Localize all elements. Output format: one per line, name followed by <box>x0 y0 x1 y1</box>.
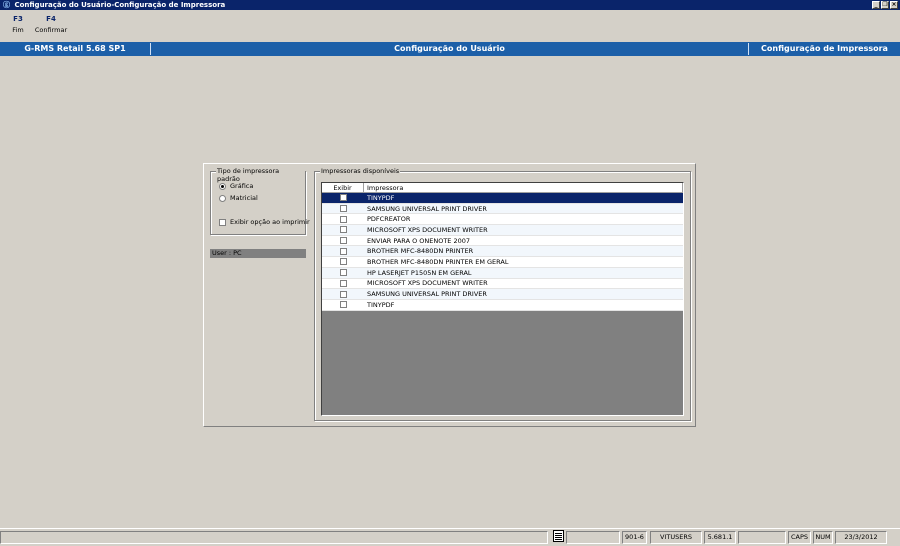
fim-button[interactable]: F3 Fim <box>0 15 36 34</box>
exibir-checkbox[interactable] <box>339 247 347 255</box>
minimize-icon[interactable]: _ <box>872 1 880 9</box>
exibir-opcao-checkbox[interactable]: Exibir opção ao imprimir <box>219 218 310 226</box>
printer-name: BROTHER MFC-8480DN PRINTER <box>367 247 474 256</box>
exibir-checkbox[interactable] <box>339 215 347 223</box>
status-date: 23/3/2012 <box>835 531 887 544</box>
printer-row[interactable]: TINYPDF <box>322 299 683 311</box>
exibir-opcao-label: Exibir opção ao imprimir <box>230 218 310 226</box>
window-titlebar: ⓖ Configuração do Usuário-Configuração d… <box>0 0 900 10</box>
printer-row[interactable]: SAMSUNG UNIVERSAL PRINT DRIVER <box>322 289 683 300</box>
fkey-f3-label: Fim <box>12 26 24 34</box>
printers-grid[interactable]: Exibir Impressora TINYPDF SAMSUNG UNIVERS… <box>321 182 684 416</box>
window-controls: _ ❐ × <box>872 1 898 9</box>
printer-name: HP LASERJET P1505N EM GERAL <box>367 268 472 277</box>
fkey-f4: F4 <box>46 15 56 23</box>
window-title: Configuração do Usuário-Configuração de … <box>14 1 226 9</box>
restore-icon[interactable]: ❐ <box>881 1 889 9</box>
status-code: 901-6 <box>622 531 647 544</box>
grid-rows: TINYPDF SAMSUNG UNIVERSAL PRINT DRIVER PDF… <box>322 193 683 311</box>
product-name: G-RMS Retail 5.68 SP1 <box>24 44 126 53</box>
status-caps: CAPS <box>788 531 811 544</box>
printer-name: BROTHER MFC-8480DN PRINTER EM GERAL <box>367 257 509 266</box>
radio-grafica-label: Gráfica <box>230 182 254 190</box>
exibir-checkbox[interactable] <box>339 226 347 234</box>
printer-name: MICROSOFT XPS DOCUMENT WRITER <box>367 225 488 234</box>
confirmar-button[interactable]: F4 Confirmar <box>33 15 69 34</box>
app-icon: ⓖ <box>3 1 10 9</box>
printer-row[interactable]: MICROSOFT XPS DOCUMENT WRITER <box>322 225 683 236</box>
exibir-opcao-box[interactable] <box>219 218 226 226</box>
status-empty <box>566 531 620 544</box>
printer-name: SAMSUNG UNIVERSAL PRINT DRIVER <box>367 204 487 213</box>
document-icon[interactable] <box>553 530 564 542</box>
exibir-cell <box>322 226 364 234</box>
radio-grafica-indicator[interactable] <box>219 182 226 190</box>
exibir-cell <box>322 215 364 223</box>
exibir-checkbox[interactable] <box>339 279 347 287</box>
radio-matricial-label: Matricial <box>230 194 258 202</box>
radio-matricial-indicator[interactable] <box>219 194 226 202</box>
printer-row[interactable]: TINYPDF <box>322 193 683 204</box>
status-empty-2 <box>738 531 786 544</box>
exibir-cell <box>322 205 364 213</box>
exibir-checkbox[interactable] <box>339 258 347 266</box>
status-message <box>0 531 548 544</box>
exibir-cell <box>322 279 364 287</box>
status-bar: 901-6 VITUSERS 5.681.1 CAPS NUM 23/3/201… <box>0 528 900 546</box>
status-user: VITUSERS <box>650 531 702 544</box>
user-label: User : PC <box>210 249 306 258</box>
exibir-checkbox[interactable] <box>339 205 347 213</box>
status-version: 5.681.1 <box>704 531 736 544</box>
printer-row[interactable]: HP LASERJET P1505N EM GERAL <box>322 267 683 279</box>
exibir-checkbox[interactable] <box>339 301 347 309</box>
printer-row[interactable]: PDFCREATOR <box>322 214 683 226</box>
column-header-impressora[interactable]: Impressora <box>364 183 683 193</box>
printer-row[interactable]: BROTHER MFC-8480DN PRINTER <box>322 246 683 258</box>
printer-name: ENVIAR PARA O ONENOTE 2007 <box>367 236 471 245</box>
status-num: NUM <box>813 531 833 544</box>
impressoras-legend: Impressoras disponíveis <box>320 167 401 175</box>
fkey-f4-label: Confirmar <box>34 26 68 34</box>
column-header-exibir[interactable]: Exibir <box>322 183 364 193</box>
printer-name: PDFCREATOR <box>367 215 411 224</box>
exibir-cell <box>322 301 364 309</box>
module-name: Configuração do Usuário <box>394 44 505 53</box>
exibir-checkbox[interactable] <box>339 194 347 202</box>
printer-row[interactable]: BROTHER MFC-8480DN PRINTER EM GERAL <box>322 257 683 268</box>
radio-grafica[interactable]: Gráfica <box>219 182 253 190</box>
fkey-f3: F3 <box>13 15 23 23</box>
printer-row[interactable]: ENVIAR PARA O ONENOTE 2007 <box>322 235 683 247</box>
close-icon[interactable]: × <box>890 1 898 9</box>
exibir-cell <box>322 258 364 266</box>
exibir-cell <box>322 290 364 298</box>
grid-header: Exibir Impressora <box>322 183 683 193</box>
printer-name: MICROSOFT XPS DOCUMENT WRITER <box>367 279 488 288</box>
exibir-cell <box>322 269 364 277</box>
printer-name: SAMSUNG UNIVERSAL PRINT DRIVER <box>367 290 487 299</box>
exibir-checkbox[interactable] <box>339 269 347 277</box>
printer-row[interactable]: SAMSUNG UNIVERSAL PRINT DRIVER <box>322 203 683 215</box>
exibir-checkbox[interactable] <box>339 290 347 298</box>
exibir-checkbox[interactable] <box>339 237 347 245</box>
screen-name: Configuração de Impressora <box>761 44 888 53</box>
printer-name: TINYPDF <box>367 300 395 309</box>
printer-row[interactable]: MICROSOFT XPS DOCUMENT WRITER <box>322 278 683 290</box>
exibir-cell <box>322 237 364 245</box>
exibir-cell <box>322 247 364 255</box>
exibir-cell <box>322 194 364 202</box>
printer-name: TINYPDF <box>367 193 395 202</box>
tipo-impressora-legend: Tipo de impressora padrão <box>216 167 305 183</box>
module-header-bar: G-RMS Retail 5.68 SP1 Configuração do Us… <box>0 42 900 56</box>
radio-matricial[interactable]: Matricial <box>219 194 258 202</box>
